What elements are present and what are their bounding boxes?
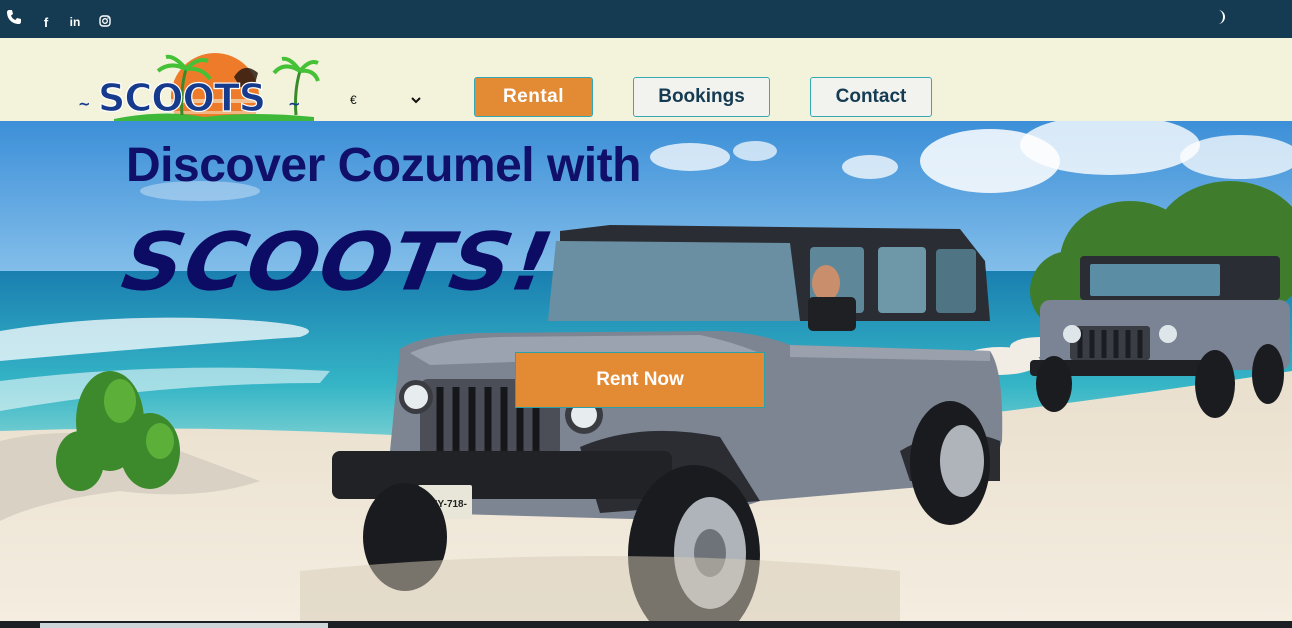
moon-icon[interactable] bbox=[1212, 9, 1228, 25]
top-bar: f in bbox=[0, 0, 1292, 38]
contact-button[interactable]: Contact bbox=[810, 77, 932, 117]
site-header: ~ SCOOTS ~ € Rental Bookings Contact bbox=[0, 38, 1292, 141]
hero-brand-text: SCOOTS! bbox=[115, 215, 561, 309]
chevron-down-icon bbox=[411, 97, 421, 104]
currency-select[interactable]: € bbox=[350, 90, 422, 110]
logo-wordmark: SCOOTS bbox=[98, 76, 265, 120]
rental-button[interactable]: Rental bbox=[474, 77, 593, 117]
linkedin-icon[interactable]: in bbox=[67, 14, 83, 30]
svg-text:~: ~ bbox=[78, 95, 91, 113]
hero-section: DNY-718- Discover Cozumel with SCOOTS! R… bbox=[0, 121, 1292, 621]
currency-value: € bbox=[350, 93, 357, 107]
bookings-button[interactable]: Bookings bbox=[633, 77, 770, 117]
hero-title: Discover Cozumel with bbox=[126, 139, 641, 192]
bottom-strip bbox=[0, 621, 1292, 628]
rent-now-button[interactable]: Rent Now bbox=[515, 352, 765, 408]
facebook-icon[interactable]: f bbox=[40, 14, 52, 30]
phone-icon[interactable] bbox=[6, 9, 22, 25]
scroll-indicator[interactable] bbox=[40, 623, 328, 628]
svg-text:~: ~ bbox=[288, 95, 301, 113]
instagram-icon[interactable] bbox=[98, 14, 112, 28]
